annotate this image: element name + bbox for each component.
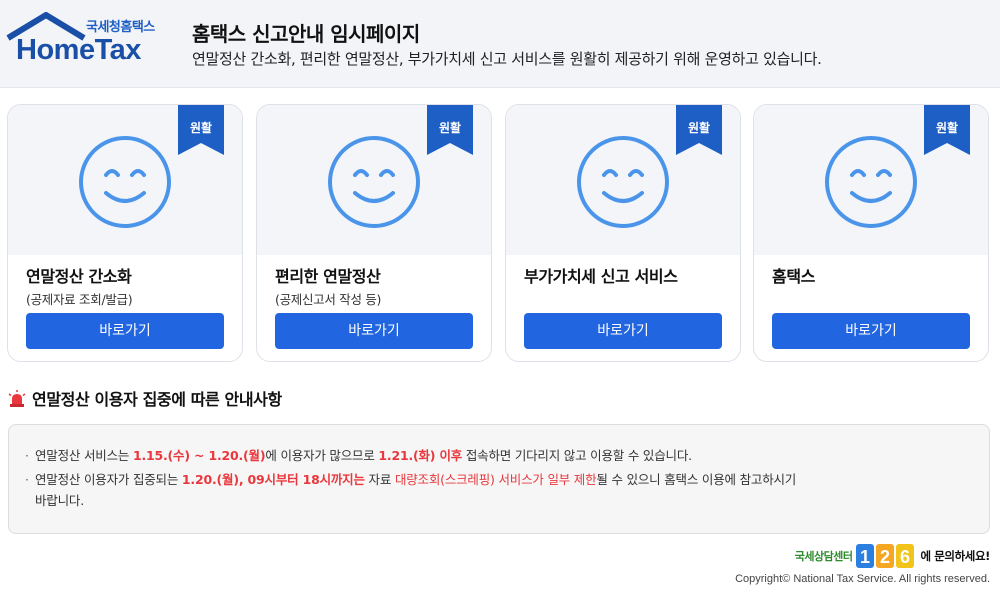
notice-item: · 연말정산 서비스는 1.15.(수) ~ 1.20.(월)에 이용자가 많으…: [25, 446, 692, 466]
notice-item-continued: 바랍니다.: [35, 493, 84, 508]
notice-text: 접속하면 기다리지 않고 이용할 수 있습니다.: [462, 448, 692, 463]
go-button-simplified-service[interactable]: 바로가기: [26, 313, 224, 349]
call-digit: 1: [860, 547, 870, 567]
call-digit: 6: [900, 547, 910, 567]
smiley-face-icon: [328, 136, 420, 228]
go-button-easy-settlement[interactable]: 바로가기: [275, 313, 473, 349]
bullet-icon: ·: [25, 448, 29, 463]
card-title: 부가가치세 신고 서비스: [524, 267, 678, 286]
call-center-label: 국세상담센터: [794, 550, 853, 563]
status-badge: 원활: [438, 121, 462, 135]
card-title: 홈택스: [772, 267, 815, 286]
logo-subtitle: 국세청홈택스: [86, 20, 155, 35]
notice-text: 연말정산 이용자가 집중되는: [35, 472, 182, 487]
notice-highlight: 1.21.(화) 이후: [378, 448, 463, 463]
service-card: 원활 홈택스 바로가기: [753, 104, 989, 362]
smiley-face-icon: [79, 136, 171, 228]
call-number-icon: 1 2 6: [856, 544, 915, 568]
service-card: 원활 연말정산 간소화 (공제자료 조회/발급) 바로가기: [7, 104, 243, 362]
notice-item: · 연말정산 이용자가 집중되는 1.20.(월), 09시부터 18시까지는 …: [25, 470, 935, 490]
smiley-face-icon: [577, 136, 669, 228]
page-header: 국세청홈택스 HomeTax 홈택스 신고안내 임시페이지 연말정산 간소화, …: [0, 0, 1000, 88]
notice-box: · 연말정산 서비스는 1.15.(수) ~ 1.20.(월)에 이용자가 많으…: [8, 424, 990, 534]
call-center-ask: 에 문의하세요!: [920, 549, 990, 563]
notice-text: 에 이용자가 많으므로: [265, 448, 379, 463]
page-title: 홈택스 신고안내 임시페이지: [192, 22, 420, 46]
card-title: 편리한 연말정산: [275, 267, 381, 286]
card-title: 연말정산 간소화: [26, 267, 132, 286]
status-badge: 원활: [935, 121, 959, 135]
notice-highlight: 대량조회(스크레핑) 서비스가 일부 제한: [394, 472, 597, 487]
notice-text: 연말정산 서비스는: [35, 448, 133, 463]
notice-text: 자료: [364, 472, 395, 487]
status-badge: 원활: [189, 121, 213, 135]
card-subtitle: (공제자료 조회/발급): [26, 292, 133, 307]
page-description: 연말정산 간소화, 편리한 연말정산, 부가가치세 신고 서비스를 원활히 제공…: [192, 50, 822, 68]
smiley-face-icon: [825, 136, 917, 228]
go-button-hometax[interactable]: 바로가기: [772, 313, 970, 349]
service-card: 원활 부가가치세 신고 서비스 바로가기: [505, 104, 741, 362]
bullet-icon: ·: [25, 472, 29, 487]
notice-text: 될 수 있으니 홈택스 이용에 참고하시기: [596, 472, 797, 487]
notice-highlight: 1.15.(수) ~ 1.20.(월): [132, 448, 266, 463]
logo-wordmark: HomeTax: [16, 34, 141, 66]
status-badge: 원활: [687, 121, 711, 135]
go-button-vat-service[interactable]: 바로가기: [524, 313, 722, 349]
notice-highlight: 1.20.(월), 09시부터 18시까지는: [181, 472, 365, 487]
hometax-logo[interactable]: 국세청홈택스 HomeTax: [6, 12, 166, 72]
notice-title: 연말정산 이용자 집중에 따른 안내사항: [32, 390, 282, 409]
siren-icon: [8, 390, 26, 407]
card-subtitle: (공제신고서 작성 등): [275, 292, 382, 307]
call-digit: 2: [880, 547, 890, 567]
service-card: 원활 편리한 연말정산 (공제신고서 작성 등) 바로가기: [256, 104, 492, 362]
copyright: Copyright© National Tax Service. All rig…: [735, 573, 990, 585]
call-center: 국세상담센터 1 2 6 에 문의하세요!: [795, 543, 990, 569]
service-cards: 원활 연말정산 간소화 (공제자료 조회/발급) 바로가기 원활 편리한 연말정…: [7, 104, 993, 362]
